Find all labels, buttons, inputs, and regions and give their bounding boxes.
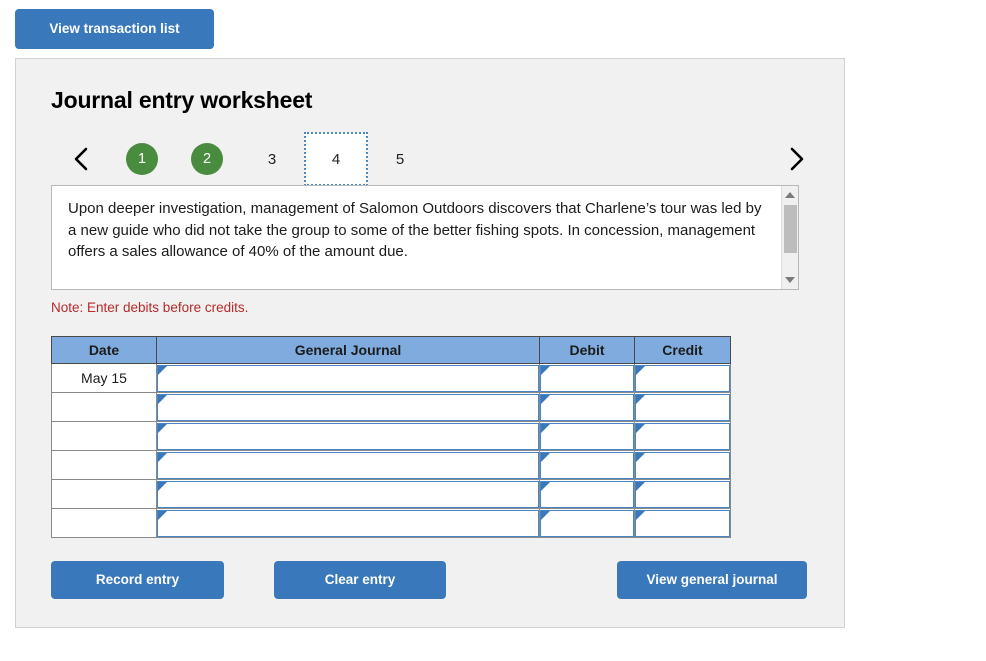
credit-cell [634,479,731,509]
table-row [51,421,731,451]
triangle-down-glyph [785,277,795,283]
general-journal-cell [156,421,540,451]
debit-cell-input[interactable] [540,364,634,392]
general-journal-cell-input[interactable] [157,451,539,479]
page-title: Journal entry worksheet [51,87,313,113]
table-row: May 15 [51,363,731,393]
journal-entry-worksheet-page: View transaction list Journal entry work… [0,0,986,661]
credit-cell [634,450,731,480]
general-journal-cell [156,392,540,422]
general-journal-cell [156,479,540,509]
step-label: 5 [395,150,405,168]
view-transaction-list-button[interactable]: View transaction list [15,9,214,49]
clear-entry-button[interactable]: Clear entry [274,561,446,599]
credit-cell-input[interactable] [635,422,730,450]
scroll-up-icon[interactable] [782,187,798,203]
date-cell[interactable] [51,450,157,480]
credit-cell-input[interactable] [635,509,730,537]
debit-cell [539,450,635,480]
credit-cell-input[interactable] [635,451,730,479]
credit-cell [634,421,731,451]
general-journal-cell-input[interactable] [157,422,539,450]
journal-entry-table: Date General Journal Debit Credit May 15 [51,336,731,538]
debits-before-credits-note: Note: Enter debits before credits. [51,300,249,315]
record-entry-button[interactable]: Record entry [51,561,224,599]
credit-cell [634,363,731,393]
view-general-journal-button[interactable]: View general journal [617,561,807,599]
date-cell[interactable] [51,508,157,538]
step-label: 3 [267,150,277,168]
column-header-general-journal: General Journal [156,336,540,364]
description-scrollbar[interactable] [781,186,798,289]
debit-cell [539,421,635,451]
general-journal-cell [156,508,540,538]
table-row [51,450,731,480]
general-journal-cell [156,450,540,480]
step-item-1[interactable]: 1 [126,143,158,175]
transaction-description-box: Upon deeper investigation, management of… [51,185,799,290]
general-journal-cell-input[interactable] [157,480,539,508]
transaction-description-text: Upon deeper investigation, management of… [68,200,766,260]
table-header-row: Date General Journal Debit Credit [51,336,731,364]
general-journal-cell-input[interactable] [157,509,539,537]
credit-cell [634,508,731,538]
table-row [51,508,731,538]
debit-cell [539,479,635,509]
step-item-5[interactable]: 5 [384,143,416,175]
debit-cell-input[interactable] [540,422,634,450]
date-cell[interactable] [51,421,157,451]
debit-cell [539,508,635,538]
debit-cell-input[interactable] [540,509,634,537]
column-header-date: Date [51,336,157,364]
column-header-credit: Credit [634,336,731,364]
triangle-up-glyph [785,192,795,198]
chevron-left-icon[interactable] [64,131,98,187]
chevron-right-icon[interactable] [779,131,813,187]
table-row [51,392,731,422]
worksheet-panel: Journal entry worksheet 1 2 3 4 5 Upon d… [15,58,845,628]
debit-cell [539,363,635,393]
step-label: 2 [202,151,212,167]
general-journal-cell-input[interactable] [157,364,539,392]
debit-cell-input[interactable] [540,480,634,508]
debit-cell [539,392,635,422]
step-label: 1 [137,151,147,167]
date-cell[interactable] [51,479,157,509]
credit-cell [634,392,731,422]
general-journal-cell-input[interactable] [157,393,539,421]
step-label: 4 [331,150,341,168]
credit-cell-input[interactable] [635,364,730,392]
column-header-debit: Debit [539,336,635,364]
table-row [51,479,731,509]
scrollbar-thumb[interactable] [784,205,797,253]
date-cell[interactable]: May 15 [51,363,157,393]
debit-cell-input[interactable] [540,393,634,421]
step-item-3[interactable]: 3 [256,143,288,175]
step-navigation: 1 2 3 4 5 [44,131,819,187]
step-item-2[interactable]: 2 [191,143,223,175]
debit-cell-input[interactable] [540,451,634,479]
credit-cell-input[interactable] [635,393,730,421]
scroll-down-icon[interactable] [782,272,798,288]
credit-cell-input[interactable] [635,480,730,508]
date-cell[interactable] [51,392,157,422]
step-item-4[interactable]: 4 [304,132,368,186]
general-journal-cell [156,363,540,393]
